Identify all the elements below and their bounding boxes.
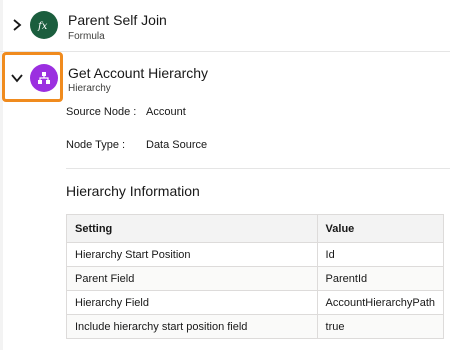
section-divider <box>66 168 450 169</box>
setting-cell: Parent Field <box>66 266 318 291</box>
node-title: Parent Self Join <box>68 12 167 28</box>
svg-text:fx: fx <box>37 21 48 31</box>
table-row: Include hierarchy start position field t… <box>66 314 445 339</box>
table-row: Hierarchy Field AccountHierarchyPath <box>66 290 445 315</box>
table-row: Parent Field ParentId <box>66 266 445 291</box>
setting-cell: Hierarchy Start Position <box>66 242 318 267</box>
value-cell: AccountHierarchyPath <box>316 290 445 315</box>
hierarchy-section-title: Hierarchy Information <box>66 183 200 199</box>
table-row: Hierarchy Start Position Id <box>66 242 445 267</box>
setting-cell: Hierarchy Field <box>66 290 318 315</box>
node-type-label: Node Type : <box>66 139 126 151</box>
value-cell: Id <box>316 242 445 267</box>
source-node-label: Source Node : <box>66 106 137 118</box>
column-header-setting: Setting <box>66 214 318 243</box>
table-header-row: Setting Value <box>66 214 445 243</box>
node-row-get-account-hierarchy[interactable]: Get Account Hierarchy Hierarchy Source N… <box>0 52 450 350</box>
value-cell: ParentId <box>316 266 445 291</box>
hierarchy-table: Setting Value Hierarchy Start Position I… <box>66 214 445 339</box>
node-subtitle: Hierarchy <box>68 83 111 94</box>
chevron-right-icon[interactable] <box>10 18 24 32</box>
node-title: Get Account Hierarchy <box>68 65 209 81</box>
source-node-value: Account <box>146 106 186 118</box>
highlight-box <box>2 52 63 102</box>
node-subtitle: Formula <box>68 31 105 42</box>
column-header-value: Value <box>316 214 445 243</box>
setting-cell: Include hierarchy start position field <box>66 314 318 339</box>
node-type-value: Data Source <box>146 139 208 151</box>
formula-icon: fx <box>30 11 58 39</box>
node-row-parent-self-join[interactable]: fx Parent Self Join Formula <box>0 0 450 52</box>
node-type-property: Node Type : Data Source <box>66 139 207 151</box>
value-cell: true <box>316 314 445 339</box>
source-node-property: Source Node : Account <box>66 106 186 118</box>
